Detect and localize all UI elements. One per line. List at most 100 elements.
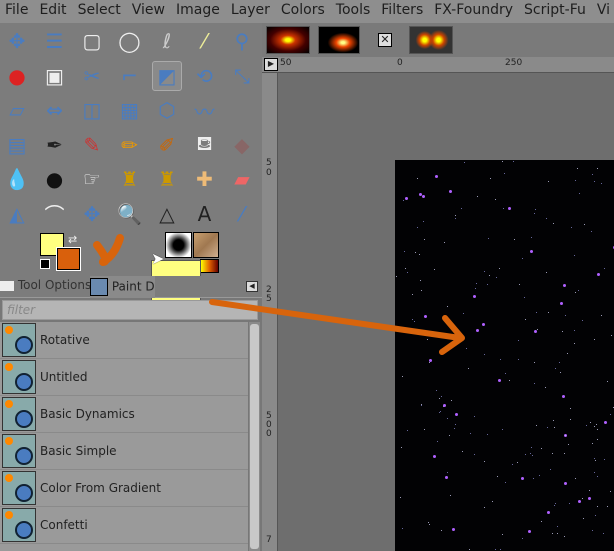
- shear-tool-icon[interactable]: ▱: [2, 95, 32, 125]
- paths-tool-icon[interactable]: ⚲: [227, 26, 257, 56]
- star: [468, 549, 470, 551]
- menu-edit[interactable]: Edit: [34, 0, 72, 23]
- ink-tool-icon[interactable]: ✒: [40, 130, 70, 160]
- bandaid-tool-icon[interactable]: ✚: [190, 164, 220, 194]
- curves-tool-icon[interactable]: ⌒: [40, 199, 70, 229]
- levels-tool-icon[interactable]: ◭: [2, 199, 32, 229]
- star: [593, 471, 595, 473]
- text-tool-icon[interactable]: A: [190, 199, 220, 229]
- cage-tool-icon[interactable]: ▦: [115, 95, 145, 125]
- list-item[interactable]: Rotative: [0, 322, 248, 359]
- menu-view[interactable]: View: [127, 0, 171, 23]
- menu-fx-foundry[interactable]: FX-Foundry: [429, 0, 519, 23]
- list-item[interactable]: Untitled: [0, 359, 248, 396]
- blur-tool-icon[interactable]: 💧: [2, 164, 32, 194]
- list-item[interactable]: Basic Dynamics: [0, 396, 248, 433]
- rotate-tool-icon[interactable]: ⟲: [190, 61, 220, 91]
- image-tab-1[interactable]: [266, 26, 310, 54]
- eraser-block-tool-icon[interactable]: ◆: [227, 130, 257, 160]
- menu-file[interactable]: File: [0, 0, 34, 23]
- zoom-tool-icon[interactable]: 🔍: [115, 199, 145, 229]
- star: [501, 534, 503, 536]
- crop-tool-icon[interactable]: ⌐: [115, 61, 145, 91]
- menu-colors[interactable]: Colors: [276, 0, 331, 23]
- star: [570, 226, 572, 228]
- list-item[interactable]: Confetti: [0, 507, 248, 544]
- menu-script-fu[interactable]: Script-Fu: [519, 0, 592, 23]
- airbrush-tool-icon[interactable]: ✐: [152, 130, 182, 160]
- menu-view-2[interactable]: Vi: [592, 0, 614, 23]
- color-select-tool-icon[interactable]: ●: [2, 61, 32, 91]
- star: [428, 361, 430, 363]
- image-tab-2[interactable]: [318, 26, 360, 54]
- star: [434, 268, 436, 270]
- list-scrollbar[interactable]: [248, 322, 260, 551]
- menu-filters[interactable]: Filters: [376, 0, 429, 23]
- bucket-tool-icon[interactable]: ⛾: [190, 130, 220, 160]
- dock-menu-button[interactable]: ◀: [246, 281, 258, 292]
- star: [481, 323, 485, 327]
- star: [512, 463, 514, 465]
- swap-colors-icon[interactable]: ⇄: [68, 233, 77, 246]
- paintbrush-tool-icon[interactable]: ✎: [77, 130, 107, 160]
- canvas-area[interactable]: [278, 73, 614, 551]
- text-frame-tool-icon[interactable]: ▤: [2, 130, 32, 160]
- clone-tool-icon[interactable]: ♜: [115, 164, 145, 194]
- star: [426, 338, 428, 340]
- menu-image[interactable]: Image: [171, 0, 226, 23]
- close-tab-icon[interactable]: ✕: [378, 33, 392, 47]
- handle-transform-tool-icon[interactable]: ⬡: [152, 95, 182, 125]
- measure-move-tool-icon[interactable]: ✥: [77, 199, 107, 229]
- foreground-select-tool-icon[interactable]: ▣: [40, 61, 70, 91]
- unified-transform-tool-icon[interactable]: ◩: [152, 60, 182, 91]
- list-item[interactable]: Basic Simple: [0, 433, 248, 470]
- ruler-label: 50: [280, 58, 292, 68]
- align-tool-icon[interactable]: ☰: [40, 26, 70, 56]
- mouse-cursor-icon: ➤: [151, 249, 165, 268]
- eraser-tool-icon[interactable]: ▰: [227, 164, 257, 194]
- pencil-tool-icon[interactable]: ✏: [115, 130, 145, 160]
- star: [494, 548, 496, 550]
- tab-paint-dynamics[interactable]: Paint D: [90, 276, 155, 298]
- gradient-preview[interactable]: [200, 259, 219, 273]
- ellipse-select-tool-icon[interactable]: ◯: [115, 26, 145, 56]
- scissors-tool-icon[interactable]: ✂: [77, 61, 107, 91]
- ruler-label: 5: [266, 158, 272, 168]
- list-item[interactable]: Color From Gradient: [0, 470, 248, 507]
- star: [609, 490, 611, 492]
- star: [546, 217, 548, 219]
- heal-tool-icon[interactable]: ♜: [152, 164, 182, 194]
- star: [462, 312, 464, 314]
- move-tool-icon[interactable]: ✥: [2, 26, 32, 56]
- paint-dynamics-list: Rotative Untitled Basic Dynamics Basic Simp…: [0, 322, 248, 551]
- tab-tool-options[interactable]: Tool Options: [0, 278, 91, 292]
- star: [438, 397, 440, 399]
- image-tab-3[interactable]: [409, 26, 453, 54]
- pattern-preview[interactable]: [193, 232, 219, 258]
- tab-label: Paint D: [111, 279, 155, 294]
- rect-select-tool-icon[interactable]: ▢: [77, 26, 107, 56]
- color-picker-tool-icon[interactable]: ⁄: [227, 199, 257, 229]
- filter-input[interactable]: filter: [2, 300, 258, 320]
- menu-tools[interactable]: Tools: [331, 0, 377, 23]
- default-colors-icon[interactable]: [40, 259, 50, 269]
- star: [454, 428, 456, 430]
- scale-tool-icon[interactable]: ⤡: [227, 61, 257, 91]
- free-select-tool-icon[interactable]: ℓ: [152, 26, 182, 56]
- perspective-tool-icon[interactable]: ◫: [77, 95, 107, 125]
- image-starfield[interactable]: [395, 160, 614, 551]
- menu-select[interactable]: Select: [73, 0, 127, 23]
- warp-tool-icon[interactable]: 〰: [190, 95, 220, 125]
- bg-color-swatch[interactable]: [56, 247, 81, 271]
- menu-layer[interactable]: Layer: [226, 0, 276, 23]
- star: [593, 457, 595, 459]
- quickmask-toggle[interactable]: ▶: [264, 58, 278, 71]
- fuzzy-select-tool-icon[interactable]: ⁄: [190, 26, 220, 56]
- brush-preview[interactable]: [165, 232, 192, 258]
- dodge-tool-icon[interactable]: ☞: [77, 164, 107, 194]
- measure-tool-icon[interactable]: △: [152, 199, 182, 229]
- flip-tool-icon[interactable]: ⇔: [40, 95, 70, 125]
- dynamics-icon: [2, 508, 36, 542]
- smudge-tool-icon[interactable]: ●: [40, 164, 70, 194]
- star: [523, 297, 525, 299]
